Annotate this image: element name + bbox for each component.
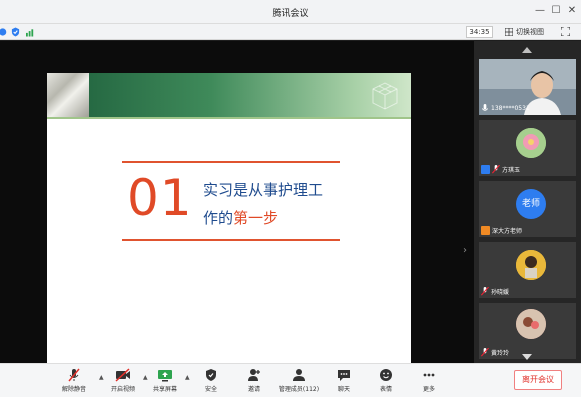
scroll-down-icon[interactable] (522, 354, 532, 360)
participant-video-panel: 138****0531 方琪玉 老师 深大方老师 孙晓媛 黄玲玲 (474, 41, 581, 363)
share-screen-button[interactable]: 共享屏幕 (145, 368, 185, 396)
slide-title-line2: 作的第一步 (203, 207, 278, 228)
chat-icon (338, 370, 350, 381)
reactions-label: 表情 (379, 386, 392, 393)
participant-name: 方琪玉 (502, 166, 521, 174)
participant-label: 孙晓媛 (481, 286, 509, 296)
slide-bottom-rule (122, 239, 340, 241)
more-button[interactable]: 更多 (409, 368, 449, 396)
microphone-muted-icon (492, 164, 500, 173)
manage-members-button[interactable]: 管理成员(112) (273, 368, 325, 396)
unmute-label: 解除静音 (61, 386, 86, 393)
camera-off-icon (115, 368, 130, 382)
chat-label: 聊天 (337, 386, 350, 393)
avatar (516, 309, 546, 339)
participant-tile[interactable]: 老师 深大方老师 (479, 181, 576, 237)
shield-icon[interactable] (11, 27, 20, 37)
cohost-badge-icon (481, 225, 490, 235)
cube-logo-icon (372, 82, 398, 110)
slide-header-band (47, 73, 411, 117)
manage-members-label: 管理成员(112) (278, 386, 320, 393)
microphone-muted-icon (68, 368, 80, 382)
participant-tile[interactable]: 孙晓媛 (479, 242, 576, 298)
more-label: 更多 (422, 386, 435, 393)
scroll-up-icon[interactable] (522, 47, 532, 53)
participant-label: 138****0531 (481, 103, 530, 113)
participant-tile[interactable]: 138****0531 (479, 59, 576, 115)
shared-screen-area: 01 实习是从事护理工 作的第一步 › (0, 41, 474, 386)
shield-icon (206, 369, 216, 381)
flower-avatar-icon (516, 128, 546, 158)
participant-tile[interactable]: 方琪玉 (479, 120, 576, 176)
add-user-icon (248, 369, 260, 381)
reactions-button[interactable]: 表情 (366, 368, 406, 396)
slide-header-photo (47, 73, 89, 117)
collapse-panel-icon[interactable]: › (463, 245, 471, 257)
microphone-muted-icon (481, 347, 489, 356)
share-screen-icon (158, 370, 172, 382)
slide-title-highlight: 第一步 (233, 209, 279, 227)
security-label: 安全 (204, 386, 217, 393)
minimize-icon[interactable]: — (533, 4, 547, 18)
participant-label: 深大方老师 (481, 225, 522, 235)
photo-avatar-icon (516, 309, 546, 339)
avatar: 老师 (516, 189, 546, 219)
switch-view-label: 切换视图 (516, 28, 544, 36)
share-options-chevron-icon[interactable]: ▲ (185, 374, 190, 381)
meeting-toolbar: 解除静音 ▲ 开启视频 ▲ 共享屏幕 ▲ 安全 邀请 管理成员(112) 聊天 … (0, 363, 581, 397)
presentation-slide: 01 实习是从事护理工 作的第一步 (47, 73, 411, 386)
participant-name: 138****0531 (491, 104, 530, 112)
slide-title-line2-text: 作的 (203, 209, 234, 227)
smile-icon (380, 369, 392, 381)
host-badge-icon (481, 164, 490, 174)
start-video-button[interactable]: 开启视频 (103, 368, 143, 396)
participant-label: 方琪玉 (481, 164, 520, 174)
security-button[interactable]: 安全 (191, 368, 231, 396)
close-icon[interactable]: ✕ (565, 4, 579, 18)
microphone-muted-icon (481, 286, 489, 295)
start-video-label: 开启视频 (110, 386, 135, 393)
share-screen-label: 共享屏幕 (152, 386, 177, 393)
more-dots-icon (423, 373, 435, 377)
avatar (516, 250, 546, 280)
members-icon (293, 369, 305, 381)
microphone-icon (481, 103, 489, 111)
participant-name: 黄玲玲 (491, 349, 510, 357)
slide-header-stripe (47, 117, 411, 119)
photo-avatar-icon (516, 250, 546, 280)
maximize-icon[interactable]: ☐ (549, 4, 563, 18)
grid-view-icon (505, 28, 513, 36)
info-icon[interactable] (0, 27, 9, 37)
fullscreen-icon[interactable] (561, 27, 570, 36)
unmute-button[interactable]: 解除静音 (54, 368, 94, 396)
slide-top-rule (122, 161, 340, 163)
invite-label: 邀请 (247, 386, 260, 393)
switch-view-button[interactable]: 切换视图 (505, 26, 544, 38)
slide-section-number: 01 (127, 169, 193, 227)
window-title: 腾讯会议 (272, 9, 309, 19)
meeting-info-bar: 34:35 切换视图 (0, 24, 581, 40)
participant-tile[interactable]: 黄玲玲 (479, 303, 576, 359)
participant-name: 孙晓媛 (491, 288, 510, 296)
leave-meeting-button[interactable]: 离开会议 (514, 370, 562, 390)
signal-icon (26, 29, 34, 37)
avatar (516, 128, 546, 158)
chat-button[interactable]: 聊天 (324, 368, 364, 396)
invite-button[interactable]: 邀请 (234, 368, 274, 396)
participant-name: 深大方老师 (492, 227, 523, 235)
slide-title-line1: 实习是从事护理工 (203, 181, 324, 199)
participant-label: 黄玲玲 (481, 347, 509, 357)
meeting-timer: 34:35 (466, 26, 493, 38)
title-bar: 腾讯会议 — ☐ ✕ (0, 0, 581, 24)
